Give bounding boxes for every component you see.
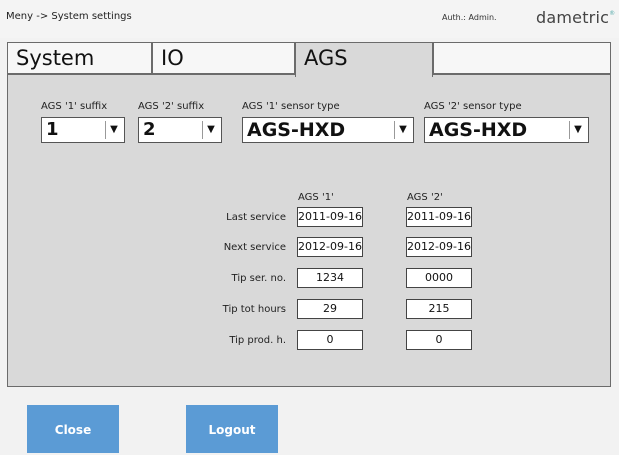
- next-service-ags2[interactable]: 2012-09-16: [406, 237, 472, 257]
- suffix2-label: AGS '2' suffix: [138, 101, 205, 112]
- tab-ags[interactable]: AGS: [295, 42, 433, 77]
- tip-tot-hours-ags1[interactable]: 29: [297, 299, 363, 319]
- logo: dametric®: [536, 8, 615, 27]
- logout-button-label: Logout: [208, 423, 256, 437]
- sensor1-label: AGS '1' sensor type: [242, 101, 340, 112]
- breadcrumb: Meny -> System settings: [6, 11, 132, 22]
- col-header-ags1: AGS '1': [298, 192, 334, 203]
- tab-label: IO: [161, 46, 184, 70]
- suffix2-select[interactable]: 2 ▼: [138, 117, 222, 143]
- logo-mark: ®: [609, 10, 616, 17]
- tab-label: System: [16, 46, 95, 70]
- suffix1-select[interactable]: 1 ▼: [41, 117, 125, 143]
- tip-serial-ags2[interactable]: 0000: [406, 268, 472, 288]
- chevron-down-icon: ▼: [202, 121, 219, 139]
- tip-prod-hours-ags2[interactable]: 0: [406, 330, 472, 350]
- sensor2-label: AGS '2' sensor type: [424, 101, 522, 112]
- sensor2-value: AGS-HXD: [429, 119, 528, 141]
- tab-empty: [433, 42, 611, 74]
- auth-status: Auth.: Admin.: [442, 13, 497, 22]
- row-label: Tip prod. h.: [229, 335, 286, 346]
- sensor1-select[interactable]: AGS-HXD ▼: [242, 117, 414, 143]
- top-bar: Meny -> System settings Auth.: Admin. da…: [0, 0, 619, 38]
- next-service-ags1[interactable]: 2012-09-16: [297, 237, 363, 257]
- last-service-ags1[interactable]: 2011-09-16: [297, 207, 363, 227]
- row-label: Tip tot hours: [222, 304, 286, 315]
- row-label: Next service: [223, 242, 286, 253]
- chevron-down-icon: ▼: [394, 121, 411, 139]
- tip-serial-ags1[interactable]: 1234: [297, 268, 363, 288]
- tab-label: AGS: [304, 46, 348, 70]
- suffix1-label: AGS '1' suffix: [41, 101, 108, 112]
- chevron-down-icon: ▼: [569, 121, 586, 139]
- close-button[interactable]: Close: [27, 405, 119, 453]
- last-service-ags2[interactable]: 2011-09-16: [406, 207, 472, 227]
- tab-system[interactable]: System: [7, 42, 152, 74]
- ags-panel: AGS '1' suffix 1 ▼ AGS '2' suffix 2 ▼ AG…: [7, 74, 611, 387]
- tip-tot-hours-ags2[interactable]: 215: [406, 299, 472, 319]
- suffix2-value: 2: [143, 119, 156, 140]
- logo-text: dametric: [536, 8, 610, 27]
- suffix1-value: 1: [46, 119, 59, 140]
- sensor1-value: AGS-HXD: [247, 119, 346, 141]
- row-label: Tip ser. no.: [231, 273, 286, 284]
- chevron-down-icon: ▼: [105, 121, 122, 139]
- sensor2-select[interactable]: AGS-HXD ▼: [424, 117, 589, 143]
- col-header-ags2: AGS '2': [407, 192, 443, 203]
- logout-button[interactable]: Logout: [186, 405, 278, 453]
- close-button-label: Close: [54, 423, 92, 437]
- row-label: Last service: [226, 212, 286, 223]
- tip-prod-hours-ags1[interactable]: 0: [297, 330, 363, 350]
- tab-io[interactable]: IO: [152, 42, 295, 74]
